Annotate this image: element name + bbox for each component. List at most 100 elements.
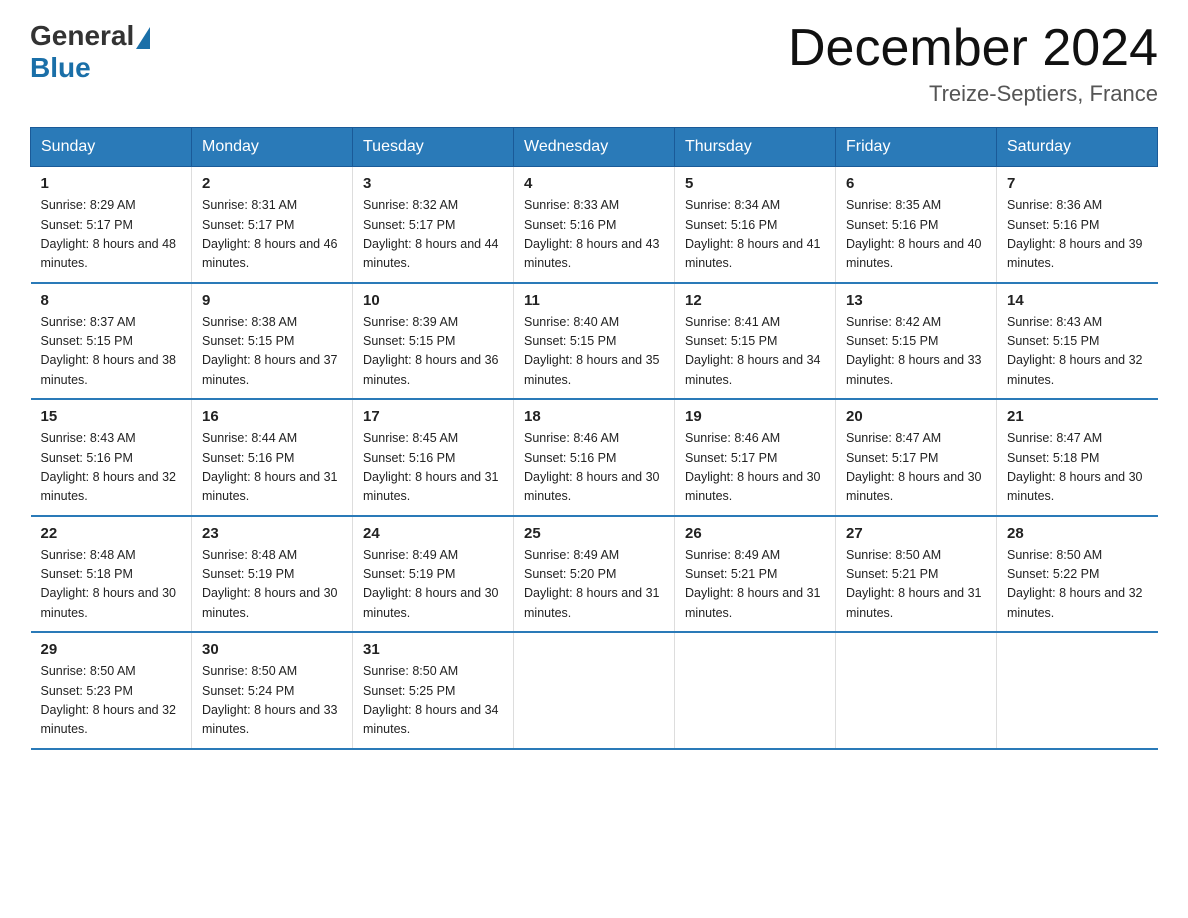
month-title: December 2024 bbox=[788, 20, 1158, 77]
logo-general-text: General bbox=[30, 20, 134, 52]
day-cell: 26 Sunrise: 8:49 AMSunset: 5:21 PMDayligh… bbox=[675, 516, 836, 633]
day-cell: 25Sunrise: 8:49 AMSunset: 5:20 PMDayligh… bbox=[514, 516, 675, 633]
day-cell bbox=[997, 632, 1158, 749]
header-sunday: Sunday bbox=[31, 128, 192, 167]
day-info: Sunrise: 8:48 AMSunset: 5:18 PMDaylight:… bbox=[41, 546, 182, 624]
day-cell: 31 Sunrise: 8:50 AMSunset: 5:25 PMDayligh… bbox=[353, 632, 514, 749]
day-info: Sunrise: 8:36 AMSunset: 5:16 PMDaylight:… bbox=[1007, 196, 1148, 274]
day-cell bbox=[514, 632, 675, 749]
day-number: 22 bbox=[41, 525, 182, 542]
day-cell bbox=[836, 632, 997, 749]
calendar-table: SundayMondayTuesdayWednesdayThursdayFrid… bbox=[30, 127, 1158, 750]
day-info: Sunrise: 8:49 AMSunset: 5:21 PMDaylight:… bbox=[685, 546, 825, 624]
day-info: Sunrise: 8:31 AMSunset: 5:17 PMDaylight:… bbox=[202, 196, 342, 274]
day-number: 23 bbox=[202, 525, 342, 542]
day-number: 18 bbox=[524, 408, 664, 425]
day-info: Sunrise: 8:32 AMSunset: 5:17 PMDaylight:… bbox=[363, 196, 503, 274]
day-cell: 7 Sunrise: 8:36 AMSunset: 5:16 PMDaylight… bbox=[997, 167, 1158, 283]
header-thursday: Thursday bbox=[675, 128, 836, 167]
day-cell: 15 Sunrise: 8:43 AMSunset: 5:16 PMDayligh… bbox=[31, 399, 192, 516]
day-cell: 3 Sunrise: 8:32 AMSunset: 5:17 PMDaylight… bbox=[353, 167, 514, 283]
day-number: 9 bbox=[202, 292, 342, 309]
day-cell: 28 Sunrise: 8:50 AMSunset: 5:22 PMDayligh… bbox=[997, 516, 1158, 633]
day-info: Sunrise: 8:46 AMSunset: 5:17 PMDaylight:… bbox=[685, 429, 825, 507]
day-cell: 19 Sunrise: 8:46 AMSunset: 5:17 PMDayligh… bbox=[675, 399, 836, 516]
day-number: 24 bbox=[363, 525, 503, 542]
page-header: General Blue December 2024 Treize-Septie… bbox=[30, 20, 1158, 107]
day-info: Sunrise: 8:42 AMSunset: 5:15 PMDaylight:… bbox=[846, 313, 986, 391]
day-info: Sunrise: 8:48 AMSunset: 5:19 PMDaylight:… bbox=[202, 546, 342, 624]
week-row-2: 8 Sunrise: 8:37 AMSunset: 5:15 PMDaylight… bbox=[31, 283, 1158, 400]
day-number: 1 bbox=[41, 175, 182, 192]
day-info: Sunrise: 8:50 AMSunset: 5:25 PMDaylight:… bbox=[363, 662, 503, 740]
day-number: 2 bbox=[202, 175, 342, 192]
day-number: 29 bbox=[41, 641, 182, 658]
day-info: Sunrise: 8:49 AMSunset: 5:20 PMDaylight:… bbox=[524, 546, 664, 624]
day-number: 3 bbox=[363, 175, 503, 192]
day-cell: 30Sunrise: 8:50 AMSunset: 5:24 PMDayligh… bbox=[192, 632, 353, 749]
day-number: 20 bbox=[846, 408, 986, 425]
day-number: 26 bbox=[685, 525, 825, 542]
header-wednesday: Wednesday bbox=[514, 128, 675, 167]
day-number: 31 bbox=[363, 641, 503, 658]
day-number: 7 bbox=[1007, 175, 1148, 192]
logo-blue-text: Blue bbox=[30, 52, 91, 84]
day-info: Sunrise: 8:50 AMSunset: 5:21 PMDaylight:… bbox=[846, 546, 986, 624]
day-info: Sunrise: 8:37 AMSunset: 5:15 PMDaylight:… bbox=[41, 313, 182, 391]
day-info: Sunrise: 8:43 AMSunset: 5:16 PMDaylight:… bbox=[41, 429, 182, 507]
day-info: Sunrise: 8:47 AMSunset: 5:17 PMDaylight:… bbox=[846, 429, 986, 507]
day-number: 15 bbox=[41, 408, 182, 425]
day-info: Sunrise: 8:45 AMSunset: 5:16 PMDaylight:… bbox=[363, 429, 503, 507]
day-info: Sunrise: 8:38 AMSunset: 5:15 PMDaylight:… bbox=[202, 313, 342, 391]
day-number: 4 bbox=[524, 175, 664, 192]
week-row-4: 22 Sunrise: 8:48 AMSunset: 5:18 PMDayligh… bbox=[31, 516, 1158, 633]
day-number: 13 bbox=[846, 292, 986, 309]
week-row-1: 1 Sunrise: 8:29 AMSunset: 5:17 PMDaylight… bbox=[31, 167, 1158, 283]
day-info: Sunrise: 8:50 AMSunset: 5:22 PMDaylight:… bbox=[1007, 546, 1148, 624]
day-info: Sunrise: 8:43 AMSunset: 5:15 PMDaylight:… bbox=[1007, 313, 1148, 391]
day-info: Sunrise: 8:35 AMSunset: 5:16 PMDaylight:… bbox=[846, 196, 986, 274]
day-cell bbox=[675, 632, 836, 749]
header-saturday: Saturday bbox=[997, 128, 1158, 167]
day-cell: 20 Sunrise: 8:47 AMSunset: 5:17 PMDayligh… bbox=[836, 399, 997, 516]
day-number: 5 bbox=[685, 175, 825, 192]
day-number: 30 bbox=[202, 641, 342, 658]
day-info: Sunrise: 8:29 AMSunset: 5:17 PMDaylight:… bbox=[41, 196, 182, 274]
logo: General Blue bbox=[30, 20, 152, 84]
day-number: 6 bbox=[846, 175, 986, 192]
location-text: Treize-Septiers, France bbox=[788, 81, 1158, 107]
day-cell: 1 Sunrise: 8:29 AMSunset: 5:17 PMDaylight… bbox=[31, 167, 192, 283]
day-cell: 13 Sunrise: 8:42 AMSunset: 5:15 PMDayligh… bbox=[836, 283, 997, 400]
day-cell: 5 Sunrise: 8:34 AMSunset: 5:16 PMDaylight… bbox=[675, 167, 836, 283]
day-number: 16 bbox=[202, 408, 342, 425]
header-friday: Friday bbox=[836, 128, 997, 167]
day-number: 28 bbox=[1007, 525, 1148, 542]
day-cell: 24Sunrise: 8:49 AMSunset: 5:19 PMDayligh… bbox=[353, 516, 514, 633]
day-cell: 22 Sunrise: 8:48 AMSunset: 5:18 PMDayligh… bbox=[31, 516, 192, 633]
day-info: Sunrise: 8:50 AMSunset: 5:23 PMDaylight:… bbox=[41, 662, 182, 740]
day-number: 27 bbox=[846, 525, 986, 542]
week-row-3: 15 Sunrise: 8:43 AMSunset: 5:16 PMDayligh… bbox=[31, 399, 1158, 516]
day-cell: 12 Sunrise: 8:41 AMSunset: 5:15 PMDayligh… bbox=[675, 283, 836, 400]
day-cell: 16Sunrise: 8:44 AMSunset: 5:16 PMDayligh… bbox=[192, 399, 353, 516]
header-row: SundayMondayTuesdayWednesdayThursdayFrid… bbox=[31, 128, 1158, 167]
header-monday: Monday bbox=[192, 128, 353, 167]
day-cell: 11Sunrise: 8:40 AMSunset: 5:15 PMDayligh… bbox=[514, 283, 675, 400]
day-cell: 23 Sunrise: 8:48 AMSunset: 5:19 PMDayligh… bbox=[192, 516, 353, 633]
day-cell: 9 Sunrise: 8:38 AMSunset: 5:15 PMDaylight… bbox=[192, 283, 353, 400]
day-cell: 21Sunrise: 8:47 AMSunset: 5:18 PMDayligh… bbox=[997, 399, 1158, 516]
day-cell: 2 Sunrise: 8:31 AMSunset: 5:17 PMDaylight… bbox=[192, 167, 353, 283]
week-row-5: 29 Sunrise: 8:50 AMSunset: 5:23 PMDayligh… bbox=[31, 632, 1158, 749]
title-area: December 2024 Treize-Septiers, France bbox=[788, 20, 1158, 107]
day-info: Sunrise: 8:33 AMSunset: 5:16 PMDaylight:… bbox=[524, 196, 664, 274]
day-cell: 17Sunrise: 8:45 AMSunset: 5:16 PMDayligh… bbox=[353, 399, 514, 516]
day-cell: 27 Sunrise: 8:50 AMSunset: 5:21 PMDayligh… bbox=[836, 516, 997, 633]
day-cell: 4 Sunrise: 8:33 AMSunset: 5:16 PMDaylight… bbox=[514, 167, 675, 283]
day-info: Sunrise: 8:41 AMSunset: 5:15 PMDaylight:… bbox=[685, 313, 825, 391]
day-number: 12 bbox=[685, 292, 825, 309]
day-number: 19 bbox=[685, 408, 825, 425]
day-number: 8 bbox=[41, 292, 182, 309]
day-cell: 14Sunrise: 8:43 AMSunset: 5:15 PMDayligh… bbox=[997, 283, 1158, 400]
day-cell: 6 Sunrise: 8:35 AMSunset: 5:16 PMDaylight… bbox=[836, 167, 997, 283]
day-info: Sunrise: 8:34 AMSunset: 5:16 PMDaylight:… bbox=[685, 196, 825, 274]
